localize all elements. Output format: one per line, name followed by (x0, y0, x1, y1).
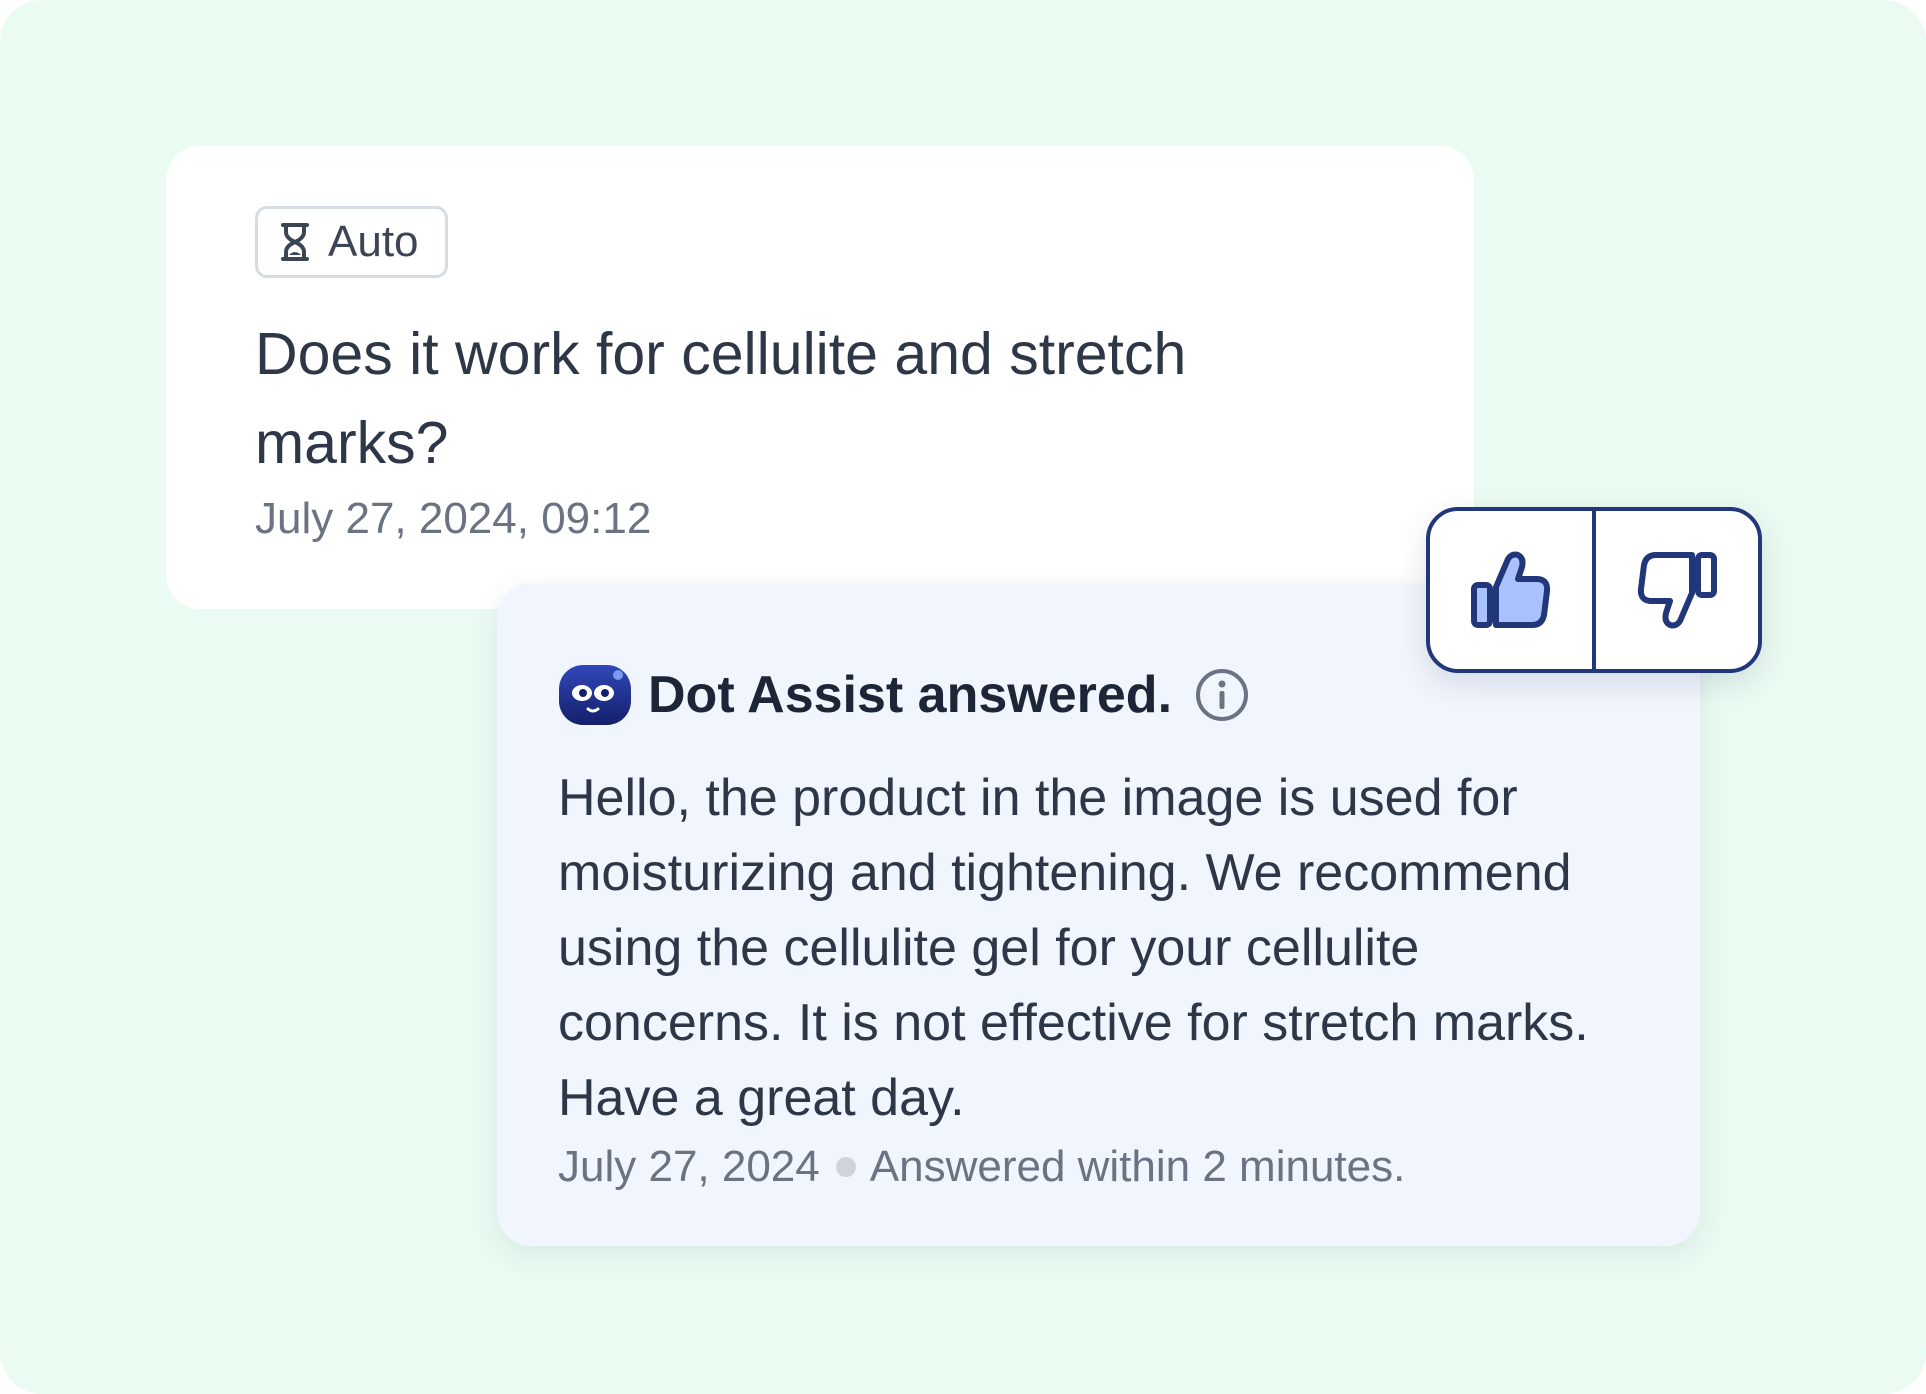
question-timestamp: July 27, 2024, 09:12 (255, 494, 652, 543)
hourglass-icon (281, 223, 309, 261)
mode-label: Auto (328, 217, 419, 266)
dislike-button[interactable] (1596, 511, 1758, 669)
thumbs-down-icon (1637, 552, 1717, 629)
question-card: Auto Does it work for cellulite and stre… (166, 146, 1474, 609)
separator-dot (835, 1157, 856, 1177)
mode-badge: Auto (255, 206, 448, 278)
canvas-background: Auto Does it work for cellulite and stre… (0, 0, 1926, 1394)
like-button[interactable] (1430, 511, 1592, 669)
info-icon[interactable] (1194, 667, 1250, 723)
answer-card: Dot Assist answered. Hello, the product … (497, 583, 1700, 1246)
answer-response-time: Answered within 2 minutes. (869, 1142, 1406, 1191)
question-text: Does it work for cellulite and stretch m… (255, 321, 1187, 476)
feedback-box (1426, 507, 1762, 673)
answer-title: Dot Assist answered. (648, 666, 1173, 724)
answer-body: Hello, the product in the image is used … (558, 769, 1589, 1127)
answer-meta: July 27, 2024 Answered within 2 minutes. (558, 1142, 1640, 1192)
thumbs-up-icon (1471, 551, 1551, 628)
bot-avatar-icon (559, 665, 631, 725)
answer-date: July 27, 2024 (558, 1142, 820, 1191)
